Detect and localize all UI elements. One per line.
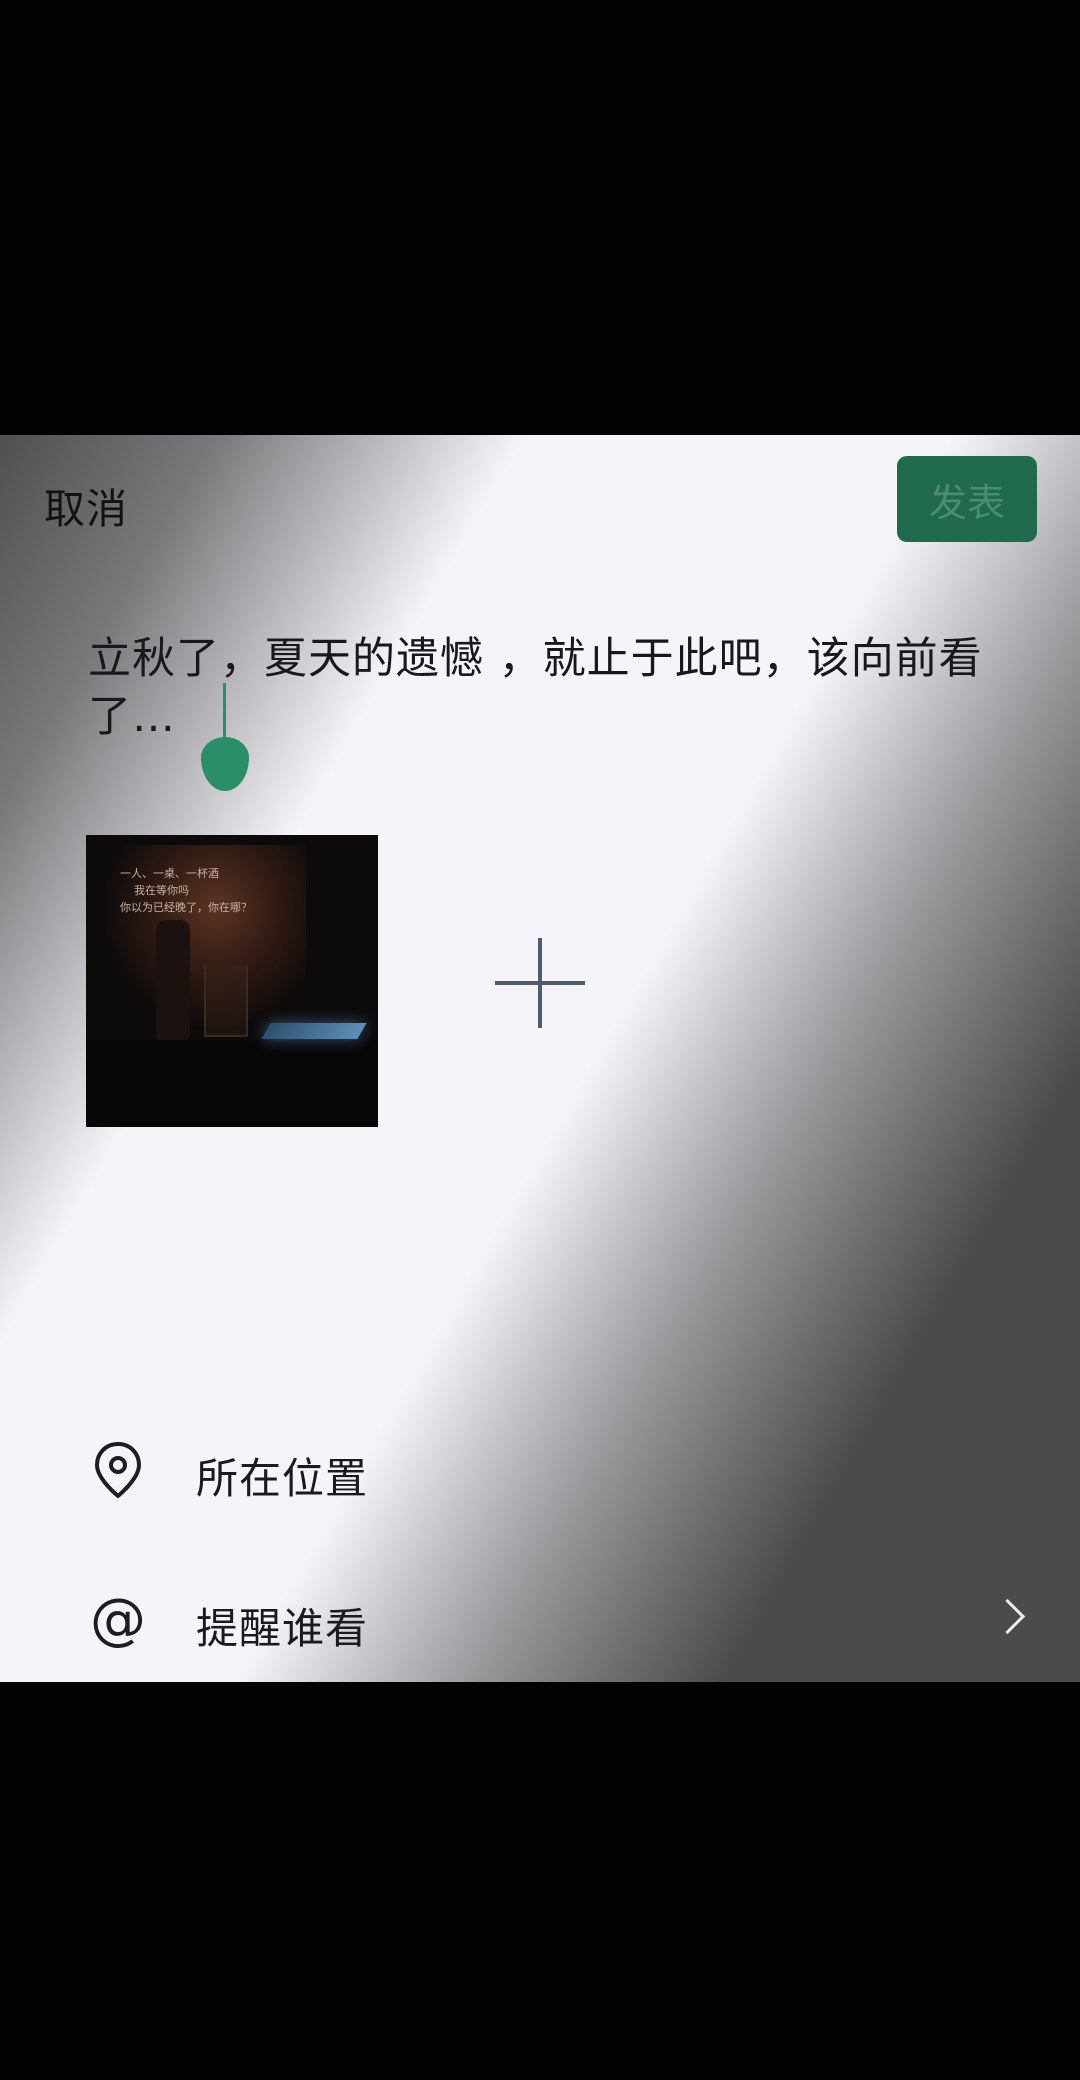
photo-thumbnail[interactable]: 一人、一桌、一杯酒 我在等你吗 你以为已经晚了，你在哪？ [86,835,378,1127]
photo-overlay-text: 一人、一桌、一杯酒 我在等你吗 你以为已经晚了，你在哪？ [120,865,320,916]
at-sign-icon: @ [90,1587,146,1652]
text-cursor [223,683,226,743]
post-text-input[interactable]: 立秋了，夏天的遗憾 ，就止于此吧，该向前看了… [88,630,1008,746]
photo-bottle [156,920,190,1040]
location-pin-icon [88,1438,148,1502]
chevron-right-icon [989,1598,1026,1635]
add-photo-button[interactable] [495,938,585,1028]
photo-line: 一人、一桌、一杯酒 [120,867,219,880]
photo-glass [204,965,248,1037]
cursor-handle[interactable] [201,737,249,791]
photo-line: 我在等你吗 [134,884,189,897]
screen: 取消 发表 立秋了，夏天的遗憾 ，就止于此吧，该向前看了… 一人、一桌、一杯酒 … [0,0,1080,2080]
cancel-button[interactable]: 取消 [44,475,128,535]
photo-line: 你以为已经晚了，你在哪？ [120,901,252,914]
location-row[interactable]: 所在位置 [0,1420,1080,1520]
photo-table [86,1040,378,1127]
plus-icon [538,938,542,1028]
publish-button[interactable]: 发表 [897,456,1037,542]
location-label: 所在位置 [196,1454,369,1503]
mention-row[interactable]: @ 提醒谁看 [0,1570,1080,1670]
mention-label: 提醒谁看 [196,1604,369,1653]
compose-panel: 取消 发表 立秋了，夏天的遗憾 ，就止于此吧，该向前看了… 一人、一桌、一杯酒 … [0,435,1080,1682]
photo-laptop [261,1023,367,1039]
